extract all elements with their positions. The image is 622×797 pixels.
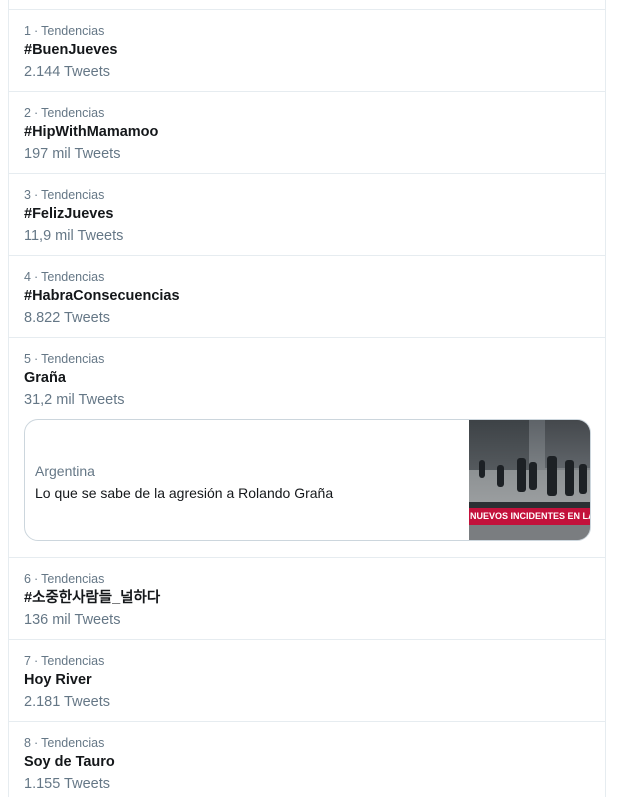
news-card-text: Argentina Lo que se sabe de la agresión … — [35, 462, 333, 503]
trend-meta: 2 · Tendencias — [24, 105, 590, 121]
trend-item-1[interactable]: 1 · Tendencias #BuenJueves 2.144 Tweets — [9, 10, 605, 92]
trend-tweet-count: 197 mil Tweets — [24, 146, 121, 162]
trend-name[interactable]: #소중한사람들_널하다 — [24, 588, 590, 608]
trends-list: 1 · Tendencias #BuenJueves 2.144 Tweets 2 ·… — [8, 0, 606, 797]
trend-rank: 7 — [24, 654, 31, 668]
trend-meta: 3 · Tendencias — [24, 187, 590, 203]
trend-rank: 2 — [24, 106, 31, 120]
trend-meta: 7 · Tendencias — [24, 653, 590, 669]
trend-tweet-count: 2.181 Tweets — [24, 694, 110, 710]
trend-rank: 8 — [24, 736, 31, 750]
separator: · — [33, 270, 39, 284]
trend-rank: 6 — [24, 572, 31, 586]
news-card-source: Argentina — [35, 463, 95, 479]
news-card[interactable]: Argentina Lo que se sabe de la agresión … — [24, 419, 591, 541]
thumbnail-figure — [565, 460, 574, 496]
trend-rank: 1 — [24, 24, 31, 38]
news-thumbnail-image[interactable]: NUEVOS INCIDENTES EN LAS CALLES D — [469, 420, 590, 540]
trend-tweet-count: 1.155 Tweets — [24, 776, 110, 792]
thumbnail-banner: NUEVOS INCIDENTES EN LAS CALLES D — [469, 508, 590, 525]
trend-tweet-count: 2.144 Tweets — [24, 64, 110, 80]
separator: · — [33, 572, 39, 586]
trend-meta: 8 · Tendencias — [24, 735, 590, 751]
news-card-headline[interactable]: Lo que se sabe de la agresión a Rolando … — [35, 483, 333, 503]
trend-tweet-count: 136 mil Tweets — [24, 612, 121, 628]
trend-rank: 3 — [24, 188, 31, 202]
trend-meta: 6 · Tendencias — [24, 571, 590, 587]
thumbnail-figure — [529, 462, 537, 490]
thumbnail-figure — [479, 460, 485, 478]
trend-tweet-count: 8.822 Tweets — [24, 310, 110, 326]
trend-category: Tendencias — [41, 654, 105, 668]
thumbnail-figure — [517, 458, 526, 492]
trend-category: Tendencias — [41, 572, 105, 586]
trend-item-7[interactable]: 7 · Tendencias Hoy River 2.181 Tweets — [9, 640, 605, 722]
trend-rank: 4 — [24, 270, 31, 284]
thumbnail-figure — [547, 456, 557, 496]
thumbnail-figure — [579, 464, 587, 494]
trend-name[interactable]: Hoy River — [24, 670, 590, 690]
trend-name[interactable]: #HabraConsecuencias — [24, 286, 590, 306]
separator: · — [33, 24, 39, 38]
trend-tweet-count: 31,2 mil Tweets — [24, 392, 125, 408]
trend-name[interactable]: #BuenJueves — [24, 40, 590, 60]
trend-item-5[interactable]: 5 · Tendencias Graña 31,2 mil Tweets Argen… — [9, 338, 605, 558]
trend-name[interactable]: #FelizJueves — [24, 204, 590, 224]
trend-category: Tendencias — [41, 352, 105, 366]
trend-item-3[interactable]: 3 · Tendencias #FelizJueves 11,9 mil Tweet… — [9, 174, 605, 256]
trend-category: Tendencias — [41, 106, 105, 120]
trend-meta: 5 · Tendencias — [24, 351, 590, 367]
trend-category: Tendencias — [41, 24, 105, 38]
trend-meta: 1 · Tendencias — [24, 23, 590, 39]
trend-item-2[interactable]: 2 · Tendencias #HipWithMamamoo 197 mil Twe… — [9, 92, 605, 174]
trend-item-6[interactable]: 6 · Tendencias #소중한사람들_널하다 136 mil Tweets — [9, 558, 605, 640]
separator: · — [33, 352, 39, 366]
trend-item-8[interactable]: 8 · Tendencias Soy de Tauro 1.155 Tweets — [9, 722, 605, 797]
trend-tweet-count: 11,9 mil Tweets — [24, 228, 124, 244]
trend-name[interactable]: #HipWithMamamoo — [24, 122, 590, 142]
trend-name[interactable]: Graña — [24, 368, 590, 388]
trend-item-4[interactable]: 4 · Tendencias #HabraConsecuencias 8.822 T… — [9, 256, 605, 338]
trend-category: Tendencias — [41, 188, 105, 202]
trend-meta: 4 · Tendencias — [24, 269, 590, 285]
trend-category: Tendencias — [41, 270, 105, 284]
separator: · — [33, 188, 39, 202]
separator: · — [33, 736, 39, 750]
divider — [9, 0, 605, 10]
trend-rank: 5 — [24, 352, 31, 366]
thumbnail-figure — [497, 465, 504, 487]
trend-category: Tendencias — [41, 736, 105, 750]
thumbnail-ground — [469, 525, 590, 540]
separator: · — [33, 106, 39, 120]
trend-name[interactable]: Soy de Tauro — [24, 752, 590, 772]
separator: · — [33, 654, 39, 668]
